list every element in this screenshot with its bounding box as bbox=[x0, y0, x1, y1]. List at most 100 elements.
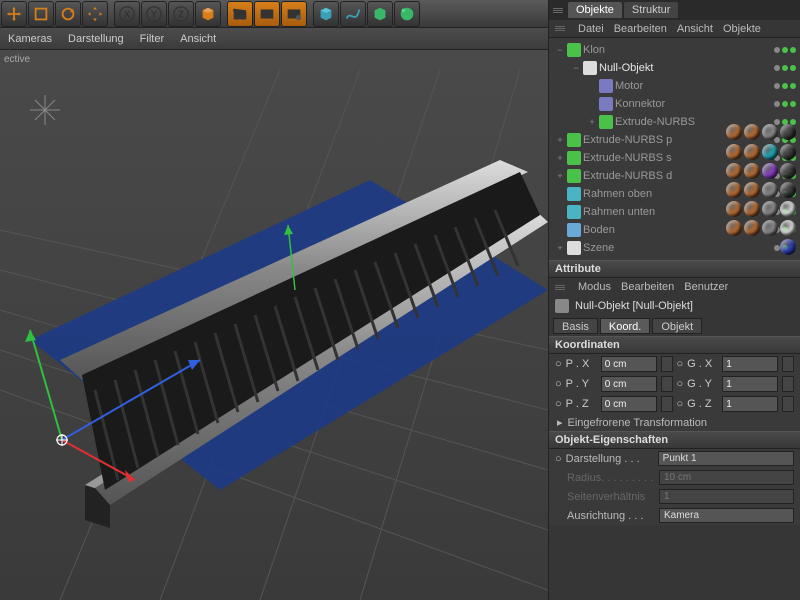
material-sphere-icon[interactable] bbox=[780, 220, 796, 236]
tool-cube-icon[interactable] bbox=[195, 1, 221, 27]
tree-item[interactable]: Motor bbox=[549, 77, 800, 95]
viewport-label: ective bbox=[4, 54, 30, 65]
material-sphere-icon[interactable] bbox=[726, 182, 742, 198]
darstellung-select[interactable]: Punkt 1 bbox=[658, 451, 794, 466]
menu-filter[interactable]: Filter bbox=[140, 33, 164, 45]
menu-ansicht[interactable]: Ansicht bbox=[180, 33, 216, 45]
material-sphere-icon[interactable] bbox=[726, 201, 742, 217]
viewport-3d[interactable]: ective bbox=[0, 50, 548, 600]
prim-nurbs-icon[interactable] bbox=[367, 1, 393, 27]
tool-render1-icon[interactable] bbox=[254, 1, 280, 27]
input-gy[interactable] bbox=[722, 376, 778, 392]
material-sphere-icon[interactable] bbox=[744, 124, 760, 140]
tree-item-label: Boden bbox=[583, 224, 615, 236]
material-tags[interactable] bbox=[780, 239, 796, 255]
material-sphere-icon[interactable] bbox=[780, 201, 796, 217]
tree-item[interactable]: −Null-Objekt bbox=[549, 59, 800, 77]
material-sphere-icon[interactable] bbox=[780, 239, 796, 255]
spinner-icon[interactable] bbox=[661, 356, 673, 372]
submenu-bearbeiten[interactable]: Bearbeiten bbox=[614, 23, 667, 35]
tool-clapper-icon[interactable] bbox=[227, 1, 253, 27]
material-sphere-icon[interactable] bbox=[726, 124, 742, 140]
tab-struktur[interactable]: Struktur bbox=[624, 2, 679, 18]
material-sphere-icon[interactable] bbox=[744, 144, 760, 160]
spinner-icon[interactable] bbox=[661, 376, 673, 392]
material-tags[interactable] bbox=[726, 144, 796, 160]
label-gx: G . X bbox=[687, 358, 718, 370]
expand-icon[interactable]: − bbox=[555, 45, 565, 55]
ausrichtung-select[interactable]: Kamera bbox=[659, 508, 794, 523]
input-gz[interactable] bbox=[722, 396, 778, 412]
submenu-ansicht[interactable]: Ansicht bbox=[677, 23, 713, 35]
expand-icon[interactable]: + bbox=[555, 153, 565, 163]
prim-spline-icon[interactable] bbox=[340, 1, 366, 27]
expand-icon[interactable]: + bbox=[555, 135, 565, 145]
material-sphere-icon[interactable] bbox=[762, 201, 778, 217]
prim-deform-icon[interactable] bbox=[394, 1, 420, 27]
expand-icon[interactable]: + bbox=[587, 117, 597, 127]
expand-icon[interactable]: + bbox=[555, 171, 565, 181]
material-tags[interactable] bbox=[726, 201, 796, 217]
input-px[interactable] bbox=[601, 356, 657, 372]
spinner-icon[interactable] bbox=[661, 396, 673, 412]
material-sphere-icon[interactable] bbox=[726, 144, 742, 160]
attr-modus[interactable]: Modus bbox=[578, 281, 611, 293]
tab-objekte[interactable]: Objekte bbox=[568, 2, 622, 18]
tree-item[interactable]: +Szene bbox=[549, 239, 800, 257]
tool-scale-icon[interactable] bbox=[28, 1, 54, 27]
expand-icon[interactable]: − bbox=[571, 63, 581, 73]
tool-move-icon[interactable] bbox=[1, 1, 27, 27]
input-pz[interactable] bbox=[601, 396, 657, 412]
material-tags[interactable] bbox=[726, 182, 796, 198]
attr-benutzer[interactable]: Benutzer bbox=[684, 281, 728, 293]
spinner-icon[interactable] bbox=[782, 356, 794, 372]
input-gx[interactable] bbox=[722, 356, 778, 372]
right-panel: Objekte Struktur Datei Bearbeiten Ansich… bbox=[548, 0, 800, 600]
material-sphere-icon[interactable] bbox=[726, 163, 742, 179]
material-sphere-icon[interactable] bbox=[762, 144, 778, 160]
spinner-icon[interactable] bbox=[782, 396, 794, 412]
tool-render2-icon[interactable] bbox=[281, 1, 307, 27]
tree-item[interactable]: −Klon bbox=[549, 41, 800, 59]
object-title: Null-Objekt [Null-Objekt] bbox=[575, 300, 693, 312]
material-sphere-icon[interactable] bbox=[780, 144, 796, 160]
tool-transform-icon[interactable] bbox=[82, 1, 108, 27]
subtab-objekt[interactable]: Objekt bbox=[652, 318, 702, 334]
tree-item[interactable]: Konnektor bbox=[549, 95, 800, 113]
submenu-objekte[interactable]: Objekte bbox=[723, 23, 761, 35]
material-sphere-icon[interactable] bbox=[726, 220, 742, 236]
subtab-basis[interactable]: Basis bbox=[553, 318, 598, 334]
material-sphere-icon[interactable] bbox=[744, 182, 760, 198]
tool-rotate-icon[interactable] bbox=[55, 1, 81, 27]
frozen-transform-toggle[interactable]: ▸Eingefrorene Transformation bbox=[549, 414, 800, 431]
material-sphere-icon[interactable] bbox=[762, 220, 778, 236]
menu-kameras[interactable]: Kameras bbox=[8, 33, 52, 45]
object-type-icon bbox=[567, 133, 581, 147]
tree-item-label: Extrude-NURBS d bbox=[583, 170, 672, 182]
menu-darstellung[interactable]: Darstellung bbox=[68, 33, 124, 45]
material-tags[interactable] bbox=[726, 124, 796, 140]
material-sphere-icon[interactable] bbox=[780, 163, 796, 179]
attr-bearbeiten[interactable]: Bearbeiten bbox=[621, 281, 674, 293]
material-sphere-icon[interactable] bbox=[762, 163, 778, 179]
material-tags[interactable] bbox=[726, 220, 796, 236]
prim-cube-icon[interactable] bbox=[313, 1, 339, 27]
material-sphere-icon[interactable] bbox=[762, 124, 778, 140]
material-sphere-icon[interactable] bbox=[744, 220, 760, 236]
material-sphere-icon[interactable] bbox=[762, 182, 778, 198]
axis-z-icon[interactable]: Z bbox=[168, 1, 194, 27]
axis-y-icon[interactable]: Y bbox=[141, 1, 167, 27]
tree-item-label: Motor bbox=[615, 80, 643, 92]
expand-icon[interactable]: + bbox=[555, 243, 565, 253]
spinner-icon[interactable] bbox=[782, 376, 794, 392]
material-sphere-icon[interactable] bbox=[744, 163, 760, 179]
submenu-datei[interactable]: Datei bbox=[578, 23, 604, 35]
material-sphere-icon[interactable] bbox=[744, 201, 760, 217]
axis-x-icon[interactable]: X bbox=[114, 1, 140, 27]
material-sphere-icon[interactable] bbox=[780, 182, 796, 198]
material-sphere-icon[interactable] bbox=[780, 124, 796, 140]
objects-submenu: Datei Bearbeiten Ansicht Objekte bbox=[549, 20, 800, 38]
subtab-koord[interactable]: Koord. bbox=[600, 318, 650, 334]
input-py[interactable] bbox=[601, 376, 657, 392]
material-tags[interactable] bbox=[726, 163, 796, 179]
